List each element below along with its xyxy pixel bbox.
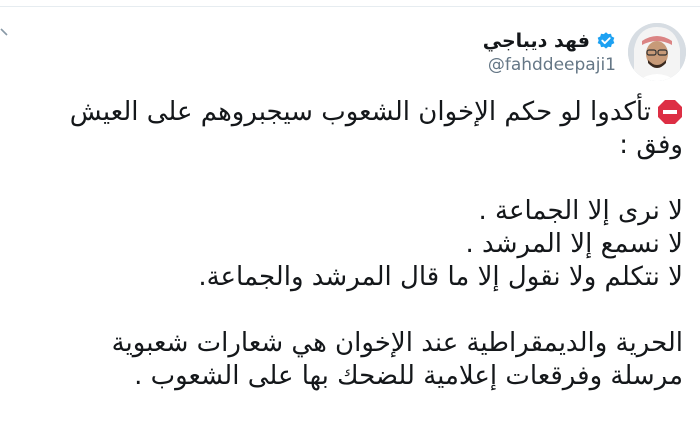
- display-name[interactable]: فهد ديباجي: [483, 30, 590, 52]
- stop-sign-icon: [658, 100, 682, 124]
- avatar[interactable]: [628, 23, 686, 81]
- tweet-header: فهد ديباجي @fahddeepaji1: [483, 22, 686, 82]
- tweet-line-3: لا نرى إلا الجماعة .: [478, 196, 683, 226]
- chevron-down-icon[interactable]: [0, 26, 14, 40]
- tweet-line-1: تأكدوا لو حكم الإخوان الشعوب سيجبروهم عل…: [11, 96, 683, 129]
- top-divider: [0, 0, 700, 7]
- tweet-line-5: لا نتكلم ولا نقول إلا ما قال المرشد والج…: [198, 262, 683, 292]
- verified-badge-icon: [597, 31, 615, 49]
- tweet-line-7: مرسلة وفرقعات إعلامية للضحك بها على الشع…: [134, 361, 683, 391]
- tweet-line-6: الحرية والديمقراطية عند الإخوان هي شعارا…: [111, 328, 683, 358]
- tweet-text: تأكدوا لو حكم الإخوان الشعوب سيجبروهم عل…: [11, 96, 683, 393]
- user-handle[interactable]: @fahddeepaji1: [483, 55, 616, 75]
- user-names: فهد ديباجي @fahddeepaji1: [483, 30, 616, 75]
- tweet-line-4: لا نسمع إلا المرشد .: [465, 229, 683, 259]
- tweet-line-1-text: تأكدوا لو حكم الإخوان الشعوب سيجبروهم عل…: [69, 97, 651, 127]
- tweet-line-2: وفق :: [619, 130, 683, 160]
